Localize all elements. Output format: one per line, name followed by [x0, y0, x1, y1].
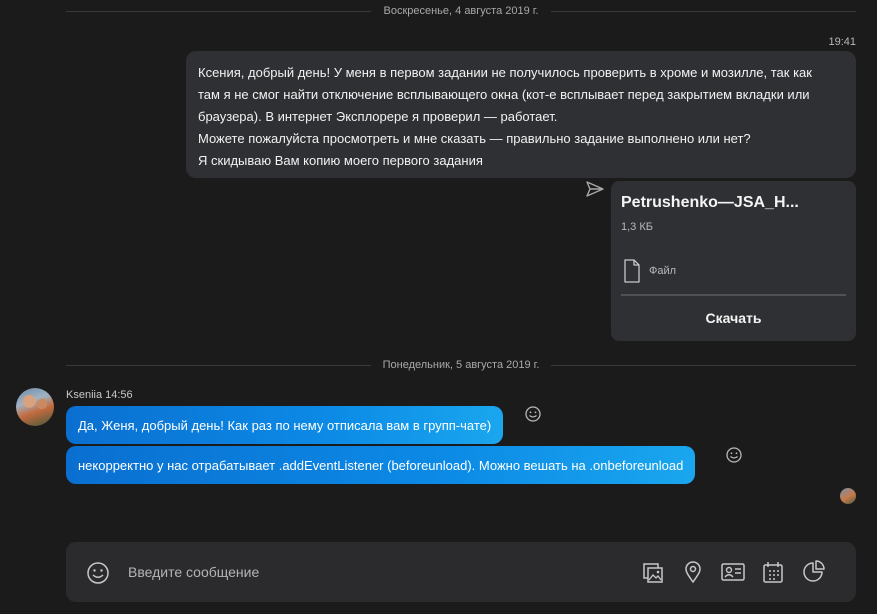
file-type-label: Файл: [649, 265, 677, 277]
send-icon: [585, 180, 605, 198]
message-line: браузера). В интернет Эксплорере я прове…: [198, 109, 558, 124]
message-timestamp: 14:56: [105, 389, 133, 401]
add-reaction-icon[interactable]: [524, 405, 542, 423]
message-line: Ксения, добрый день! У меня в первом зад…: [198, 65, 812, 80]
contact-card-icon[interactable]: [720, 559, 746, 585]
date-divider: Воскресенье, 4 августа 2019 г.: [66, 3, 856, 19]
date-divider: Понедельник, 5 августа 2019 г.: [66, 357, 856, 373]
location-icon[interactable]: [680, 559, 706, 585]
message-text: Да, Женя, добрый день! Как раз по нему о…: [78, 417, 492, 433]
sender-name: Kseniia: [66, 389, 103, 401]
incoming-message[interactable]: некорректно у нас отрабатывает .addEvent…: [66, 446, 696, 484]
file-name: Petrushenko—JSA_H...: [621, 194, 799, 211]
date-divider-label: Понедельник, 5 августа 2019 г.: [382, 359, 540, 371]
gallery-icon[interactable]: [640, 559, 666, 585]
message-line: Можете пожалуйста просмотреть и мне сказ…: [198, 131, 751, 146]
smiley-icon[interactable]: [86, 561, 110, 585]
avatar[interactable]: [16, 388, 54, 426]
divider: [621, 294, 846, 296]
incoming-message[interactable]: Да, Женя, добрый день! Как раз по нему о…: [66, 406, 504, 444]
message-text: некорректно у нас отрабатывает .addEvent…: [78, 457, 684, 473]
file-attachment-card[interactable]: Petrushenko—JSA_H... 1,3 КБ Файл Скачать: [611, 181, 856, 341]
message-line: там я не смог найти отключение всплывающ…: [198, 87, 810, 102]
message-input[interactable]: [128, 560, 548, 584]
poll-icon[interactable]: [800, 559, 826, 585]
date-divider-label: Воскресенье, 4 августа 2019 г.: [383, 5, 539, 17]
sender-info: Kseniia 14:56: [66, 389, 133, 401]
message-timestamp: 19:41: [828, 36, 856, 48]
download-button[interactable]: Скачать: [611, 299, 856, 337]
call-icon[interactable]: [760, 559, 786, 585]
message-composer: [66, 542, 856, 602]
outgoing-message[interactable]: Ксения, добрый день! У меня в первом зад…: [186, 51, 856, 178]
file-icon: [623, 259, 641, 283]
add-reaction-icon[interactable]: [725, 446, 743, 464]
file-size: 1,3 КБ: [621, 221, 653, 233]
read-receipt-avatar: [840, 488, 856, 504]
file-type: Файл: [623, 259, 676, 283]
message-line: Я скидываю Вам копию моего первого задан…: [198, 153, 483, 168]
